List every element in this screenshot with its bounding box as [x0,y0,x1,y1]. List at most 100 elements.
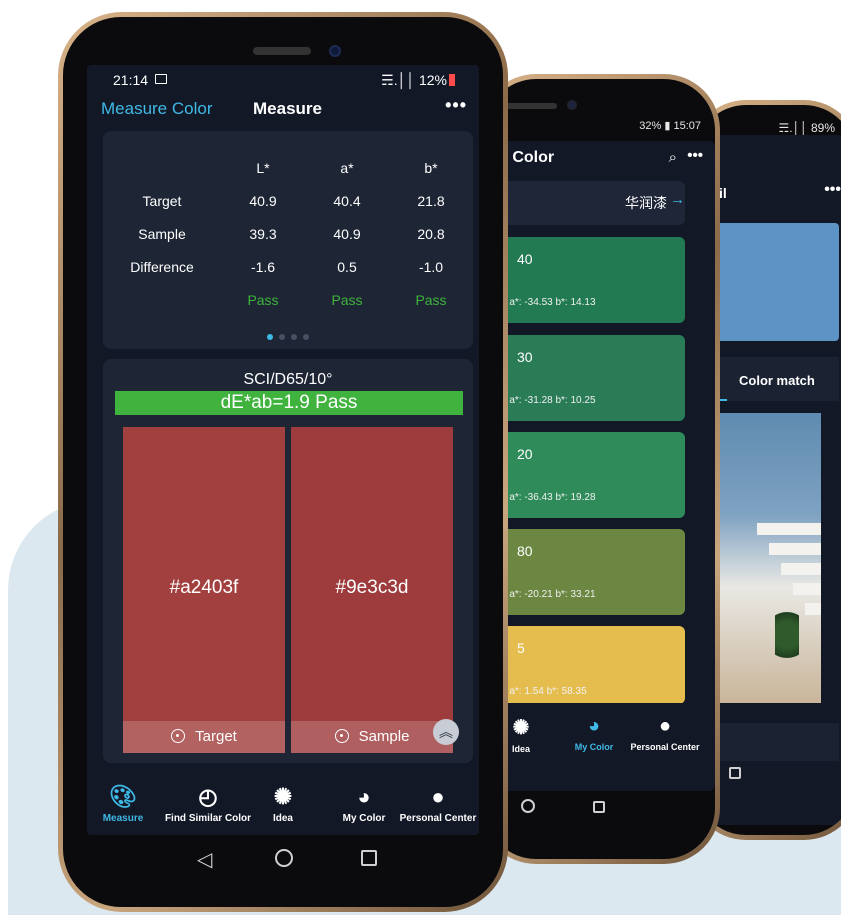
marketing-stage: ☴.││ 89% il ••• Color match 32% ▮ 15:07 … [0,0,841,915]
scroll-to-top-icon[interactable]: ︽ [433,719,459,745]
camera-icon [567,100,577,110]
plant-illustration [775,605,799,665]
tab-idea[interactable]: ✺ Idea [263,785,303,825]
nav-recent-button[interactable] [593,801,605,813]
crosshair-icon [171,729,186,743]
table-cell: 0.5 [337,258,357,275]
color-card-lab: 3 a*: -34.53 b*: 14.13 [501,297,596,308]
tab-color-match[interactable]: Color match [739,373,815,388]
color-card-name: 40 [517,251,533,267]
page-dot[interactable] [303,334,309,340]
sample-swatch: #9e3c3d Sample [291,427,453,753]
status-bar: 32% ▮ 15:07 [639,120,701,132]
tab-idea[interactable]: ✺ Idea [503,715,539,754]
pie-icon: ◕ [587,715,601,737]
color-card[interactable]: 5 5 a*: 1.54 b*: 58.35 [499,626,685,704]
table-row: Difference -1.6 0.5 -1.0 [103,250,473,283]
color-card-name: 20 [517,446,533,462]
room-preview-image [713,413,821,703]
gauge-icon: ◴ [198,784,218,809]
page-dot[interactable] [279,334,285,340]
tab-label: Idea [511,744,530,754]
nav-home-button[interactable] [521,799,535,813]
row-label: Difference [130,258,194,275]
bulb-icon: ✺ [512,717,530,739]
color-card-lab: 4 a*: -36.43 b*: 19.28 [501,492,596,503]
result-row: Pass Pass Pass [103,283,473,316]
sample-hex: #9e3c3d [335,577,409,598]
pass-badge: Pass [415,291,447,308]
color-card-name: 30 [517,349,533,365]
table-cell: -1.6 [250,258,276,275]
bottom-tab-bar: 🎨︎ Measure ◴ Find Similar Color ✺ Idea ◕… [87,773,479,835]
color-comparison-card: SCI/D65/10° dE*ab=1.9 Pass #a2403f Targe… [103,359,473,763]
table-cell: -1.0 [418,258,444,275]
table-cell: 40.9 [249,192,277,209]
search-icon[interactable]: ⌕ [669,149,677,166]
status-bar: ☴.││ 89% [778,121,835,135]
page-indicator[interactable] [103,327,473,345]
lab-table: L* a* b* Target 40.9 40.4 21.8 Sample 39… [103,151,473,316]
column-header: L* [256,159,270,176]
tab-label: Measure [102,813,144,824]
table-row: Target 40.9 40.4 21.8 [103,184,473,217]
tab-label: Find Similar Color [164,813,252,824]
nav-back-icon[interactable]: ◁ [197,847,212,872]
tab-my-color[interactable]: ◕ My Color [561,715,627,752]
phone-back-screen: il ••• Color match [709,135,841,825]
color-card[interactable]: 40 3 a*: -34.53 b*: 14.13 [499,237,685,323]
phone-front: 21:14 ☴.││ 12% Measure Color Measure •••… [58,12,508,912]
tab-label: My Color [342,813,386,824]
tab-label: Personal Center [630,742,700,752]
status-bar: 21:14 ☴.││ 12% [87,70,479,92]
table-cell: 20.8 [417,225,445,242]
tab-personal-center[interactable]: ● Personal Center [397,784,479,825]
row-label: Sample [138,225,186,242]
color-card[interactable]: 80 4 a*: -20.21 b*: 33.21 [499,529,685,615]
nav-recent-button[interactable] [729,767,741,779]
pie-icon: ◕ [357,784,371,809]
phone-front-screen: 21:14 ☴.││ 12% Measure Color Measure •••… [87,65,479,835]
brand-name: 华润漆 [625,195,667,211]
color-card-name: 5 [517,640,525,656]
back-link[interactable]: Measure Color [101,99,213,119]
column-header: b* [424,159,438,176]
palette-icon: 🎨︎ [109,784,137,809]
phone-middle-screen: y Color ⌕ ••• 华润漆 → 40 3 a*: -34.53 b*: … [499,141,715,791]
lab-values-card: L* a* b* Target 40.9 40.4 21.8 Sample 39… [103,131,473,349]
phone-middle: 32% ▮ 15:07 y Color ⌕ ••• 华润漆 → 40 3 a*:… [480,74,720,864]
color-card-lab: 5 a*: 1.54 b*: 58.35 [501,686,587,697]
column-header: a* [340,159,354,176]
nav-home-icon[interactable] [275,849,293,867]
tab-personal-center[interactable]: ● Personal Center [625,715,705,752]
tab-my-color[interactable]: ◕ My Color [329,784,399,825]
color-card[interactable]: 20 4 a*: -36.43 b*: 19.28 [499,432,685,518]
color-card-lab: 4 a*: -20.21 b*: 33.21 [501,589,596,600]
tab-label: Idea [272,813,293,824]
target-hex: #a2403f [169,577,239,598]
tab-find-similar-color[interactable]: ◴ Find Similar Color [161,784,255,825]
color-swatch [713,223,839,341]
page-title: Measure [253,99,322,118]
color-card-lab: 3 a*: -31.28 b*: 10.25 [501,395,596,406]
delta-e-result-banner: dE*ab=1.9 Pass [115,391,463,415]
page-dot[interactable] [291,334,297,340]
page-dot-active[interactable] [267,334,273,340]
color-card-name: 80 [517,543,533,559]
sample-label: Sample [358,728,410,745]
nav-recent-icon[interactable] [361,850,377,866]
more-icon[interactable]: ••• [824,181,841,199]
tab-measure[interactable]: 🎨︎ Measure [93,784,153,825]
target-button[interactable]: Target [123,721,285,753]
arrow-right-icon[interactable]: → [670,191,685,208]
more-icon[interactable]: ••• [687,147,703,164]
person-icon: ● [658,715,672,737]
color-card[interactable]: 30 3 a*: -31.28 b*: 10.25 [499,335,685,421]
sample-button[interactable]: Sample [291,721,453,753]
status-indicators: ☴.││ 12% [381,72,455,89]
row-label: Target [142,192,182,209]
person-icon: ● [431,784,445,809]
pass-badge: Pass [247,291,279,308]
more-icon[interactable]: ••• [445,95,467,116]
system-nav-bar: ◁ [87,843,479,883]
